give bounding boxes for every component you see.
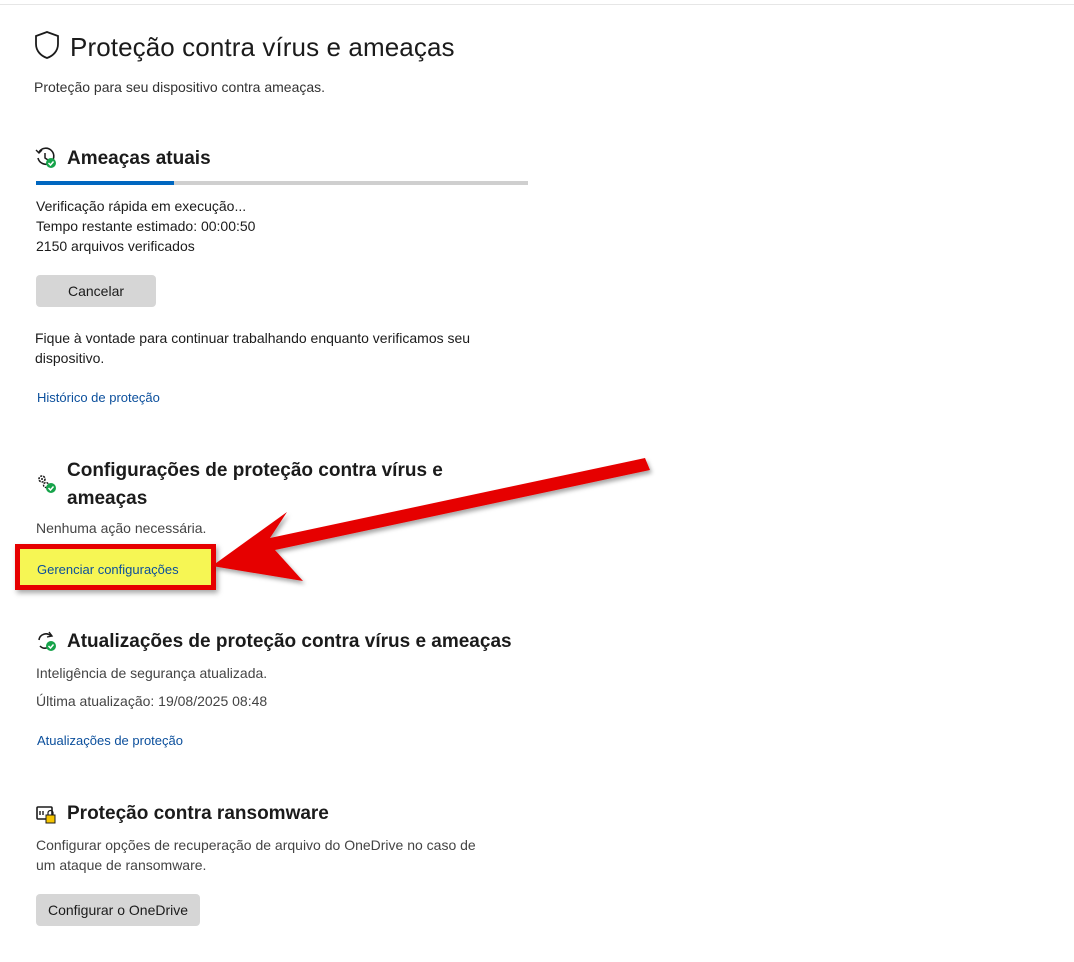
ransomware-title: Proteção contra ransomware bbox=[67, 803, 329, 824]
settings-status-text: Nenhuma ação necessária. bbox=[36, 520, 207, 536]
scan-time-remaining: Tempo restante estimado: 00:00:50 bbox=[36, 218, 256, 234]
updates-title: Atualizações de proteção contra vírus e … bbox=[67, 631, 512, 652]
current-threats-title: Ameaças atuais bbox=[67, 148, 211, 169]
refresh-check-icon bbox=[35, 630, 57, 657]
ransomware-desc-line2: um ataque de ransomware. bbox=[36, 857, 207, 873]
settings-title-line2: ameaças bbox=[67, 488, 148, 509]
page-title: Proteção contra vírus e ameaças bbox=[70, 32, 455, 62]
scan-progress-bar bbox=[36, 181, 528, 185]
manage-settings-link[interactable]: Gerenciar configurações bbox=[37, 562, 179, 577]
scan-progress-fill bbox=[36, 181, 174, 185]
configure-onedrive-button[interactable]: Configurar o OneDrive bbox=[36, 894, 200, 926]
ransomware-icon bbox=[35, 804, 57, 831]
shield-icon bbox=[34, 30, 60, 65]
scan-files-count: 2150 arquivos verificados bbox=[36, 238, 195, 254]
cancel-scan-button[interactable]: Cancelar bbox=[36, 275, 156, 307]
settings-title-line1: Configurações de proteção contra vírus e bbox=[67, 460, 443, 481]
history-check-icon bbox=[35, 147, 57, 174]
page-header: Proteção contra vírus e ameaças bbox=[34, 30, 455, 65]
last-update-text: Última atualização: 19/08/2025 08:48 bbox=[36, 693, 268, 709]
updates-status-text: Inteligência de segurança atualizada. bbox=[36, 665, 268, 681]
page-subtitle: Proteção para seu dispositivo contra ame… bbox=[34, 79, 326, 95]
protection-history-link[interactable]: Histórico de proteção bbox=[37, 390, 160, 405]
ransomware-desc-line1: Configurar opções de recuperação de arqu… bbox=[36, 837, 476, 853]
protection-updates-link[interactable]: Atualizações de proteção bbox=[37, 733, 183, 748]
window-top-border bbox=[0, 0, 1074, 5]
scan-status-text: Verificação rápida em execução... bbox=[36, 198, 247, 214]
gears-check-icon bbox=[35, 472, 57, 499]
scan-info-text: Fique à vontade para continuar trabalhan… bbox=[35, 330, 471, 366]
